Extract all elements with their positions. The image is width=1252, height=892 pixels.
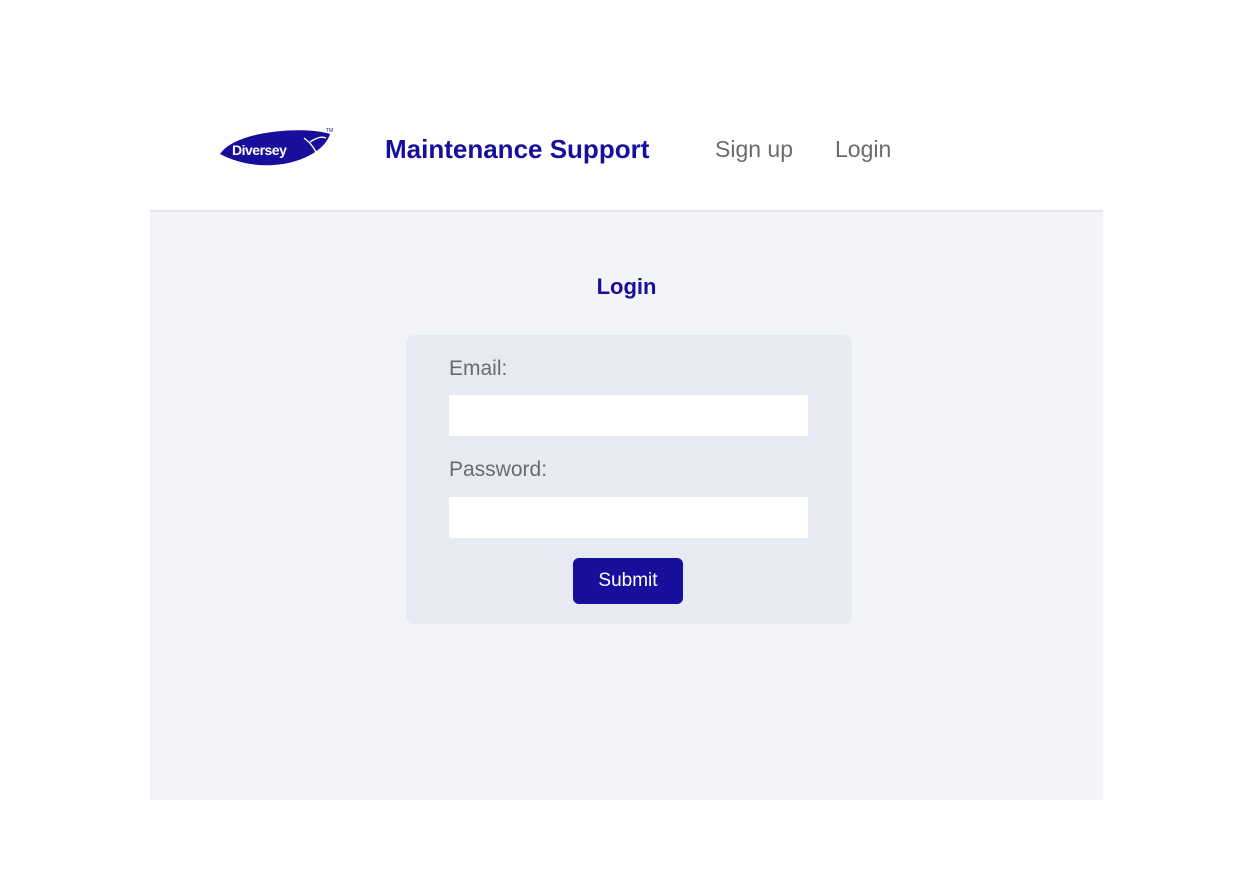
nav-signup-link[interactable]: Sign up [715,136,793,163]
brand-title-link[interactable]: Maintenance Support [385,134,649,165]
logo-text: Diversey [232,142,287,158]
main-content: Login Email: Password: Submit [150,212,1103,800]
nav-login-link[interactable]: Login [835,136,891,163]
diversey-logo[interactable]: TM Diversey [216,124,336,176]
password-field[interactable] [449,497,808,538]
page-title: Login [596,274,657,299]
password-label: Password: [449,458,548,481]
app-frame: TM Diversey Maintenance Support Sign up … [150,110,1103,800]
login-form: Email: Password: Submit [406,335,852,624]
top-navbar: TM Diversey Maintenance Support Sign up … [150,110,1103,212]
email-field[interactable] [449,395,808,436]
svg-text:TM: TM [326,128,333,134]
email-label: Email: [449,357,508,380]
submit-button[interactable]: Submit [573,558,683,604]
